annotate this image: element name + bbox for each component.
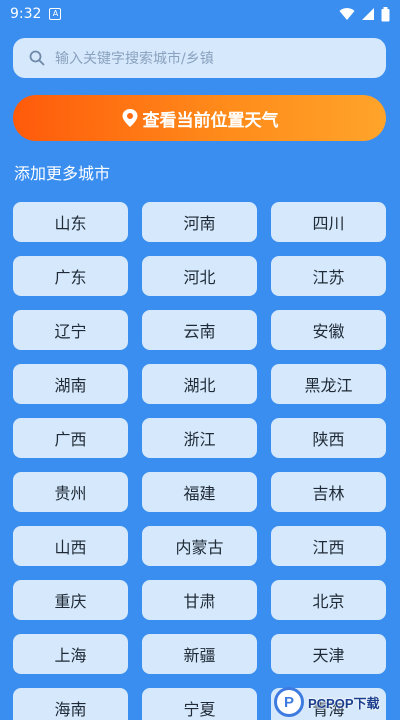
province-chip[interactable]: 黑龙江 xyxy=(271,364,386,404)
province-chip[interactable]: 贵州 xyxy=(13,472,128,512)
province-chip[interactable]: 山西 xyxy=(13,526,128,566)
province-chip[interactable]: 福建 xyxy=(142,472,257,512)
province-chip[interactable]: 宁夏 xyxy=(142,688,257,720)
province-chip[interactable]: 河南 xyxy=(142,202,257,242)
province-chip[interactable]: 辽宁 xyxy=(13,310,128,350)
province-chip[interactable]: 湖北 xyxy=(142,364,257,404)
signal-icon xyxy=(362,8,374,20)
battery-icon xyxy=(381,6,390,21)
province-chip[interactable]: 重庆 xyxy=(13,580,128,620)
wifi-icon xyxy=(339,8,355,20)
province-chip[interactable]: 山东 xyxy=(13,202,128,242)
locate-button-label: 查看当前位置天气 xyxy=(142,110,279,131)
view-current-location-weather-button[interactable]: 查看当前位置天气 xyxy=(13,95,386,141)
status-bar: 9:32 A xyxy=(0,0,400,28)
search-icon xyxy=(29,50,45,66)
section-title: 添加更多城市 xyxy=(14,164,111,183)
watermark-text: PCPOP下载 xyxy=(308,695,380,711)
status-icons xyxy=(339,6,390,22)
province-chip[interactable]: 内蒙古 xyxy=(142,526,257,566)
province-chip[interactable]: 甘肃 xyxy=(142,580,257,620)
province-chip[interactable]: 江苏 xyxy=(271,256,386,296)
location-pin-icon xyxy=(122,109,137,127)
province-chip[interactable]: 江西 xyxy=(271,526,386,566)
province-chip[interactable]: 湖南 xyxy=(13,364,128,404)
app-notification-icon: A xyxy=(49,8,62,20)
province-chip[interactable]: 四川 xyxy=(271,202,386,242)
province-chip[interactable]: 上海 xyxy=(13,634,128,674)
watermark: P PCPOP下载 xyxy=(274,684,400,720)
province-chip[interactable]: 北京 xyxy=(271,580,386,620)
province-chip[interactable]: 浙江 xyxy=(142,418,257,458)
province-chip[interactable]: 陕西 xyxy=(271,418,386,458)
search-input[interactable]: 输入关键字搜索城市/乡镇 xyxy=(13,38,386,78)
province-chip[interactable]: 广东 xyxy=(13,256,128,296)
province-chip[interactable]: 天津 xyxy=(271,634,386,674)
province-chip[interactable]: 吉林 xyxy=(271,472,386,512)
search-placeholder: 输入关键字搜索城市/乡镇 xyxy=(55,51,214,67)
province-chip[interactable]: 安徽 xyxy=(271,310,386,350)
province-grid: 山东 河南 四川 广东 河北 江苏 辽宁 云南 安徽 湖南 湖北 黑龙江 广西 … xyxy=(13,202,387,720)
province-chip[interactable]: 海南 xyxy=(13,688,128,720)
status-time: 9:32 xyxy=(10,6,42,22)
province-chip[interactable]: 河北 xyxy=(142,256,257,296)
province-chip[interactable]: 广西 xyxy=(13,418,128,458)
watermark-logo: P xyxy=(274,687,304,717)
province-chip[interactable]: 云南 xyxy=(142,310,257,350)
province-chip[interactable]: 新疆 xyxy=(142,634,257,674)
